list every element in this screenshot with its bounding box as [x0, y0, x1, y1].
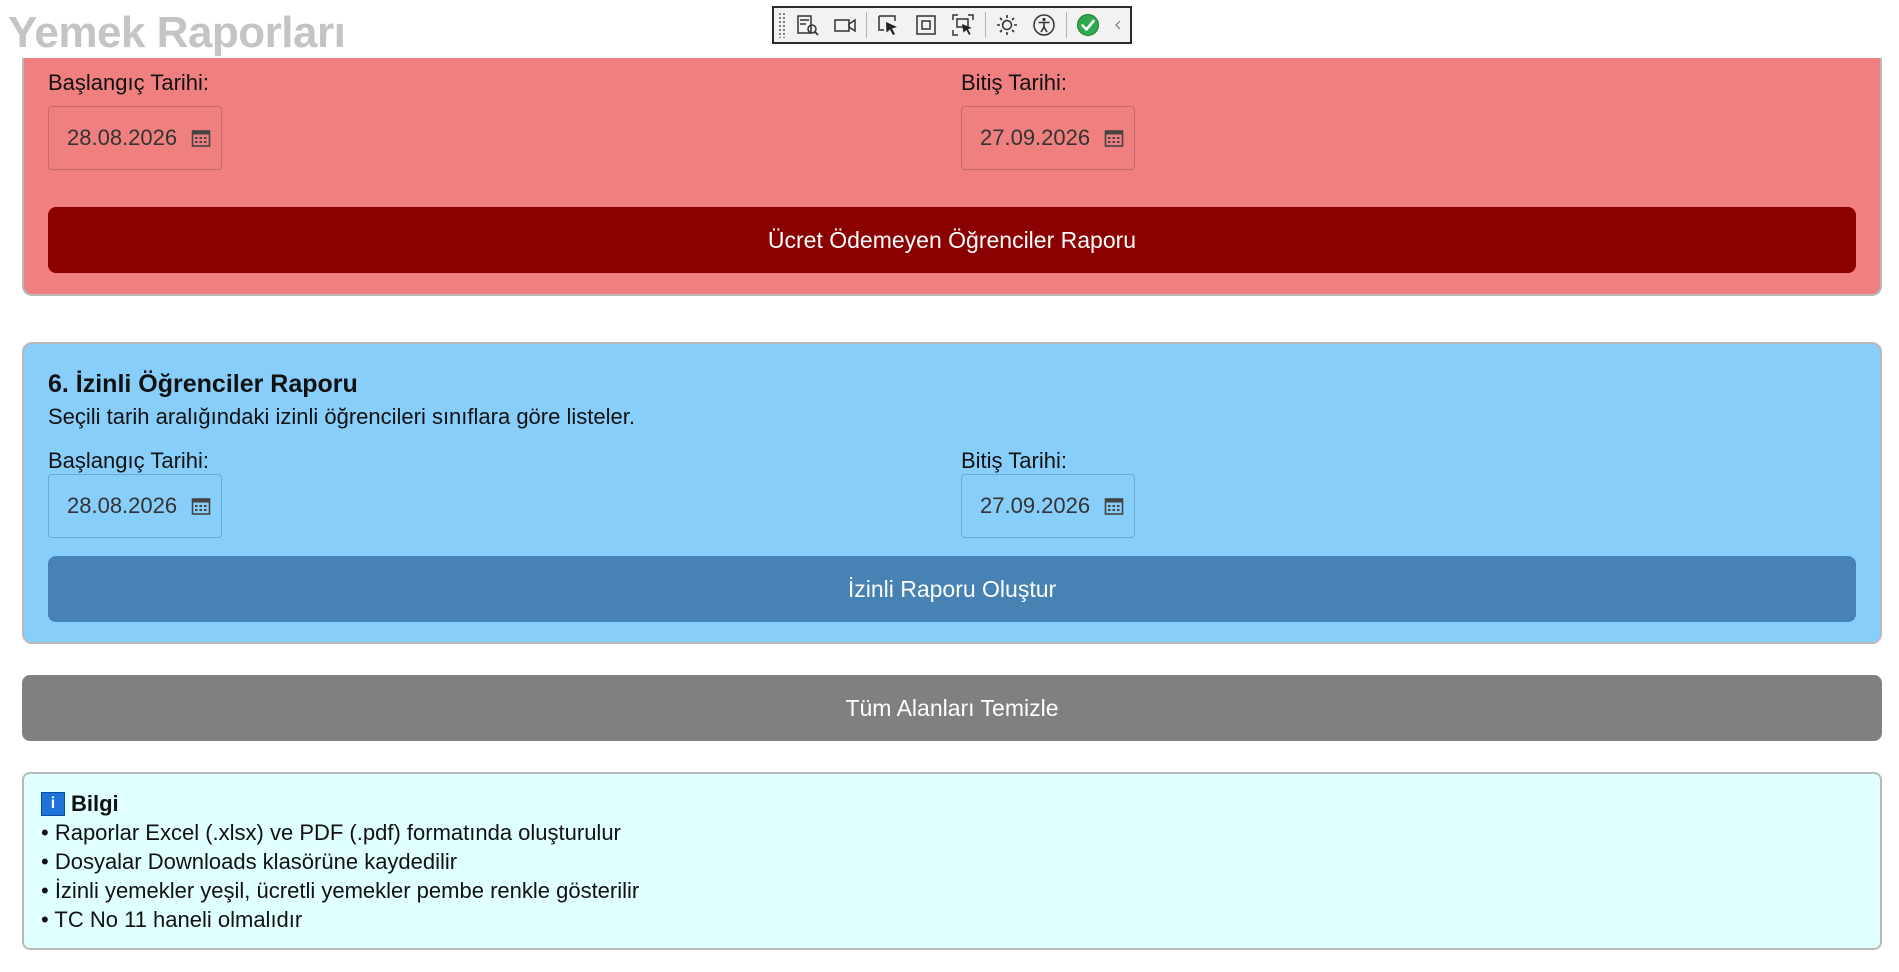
toolbar-separator [866, 12, 868, 38]
info-icon: i [41, 792, 65, 816]
info-line: • İzinli yemekler yeşil, ücretli yemekle… [41, 878, 640, 903]
info-title: Bilgi [71, 791, 119, 816]
info-header: i Bilgi [41, 790, 1880, 818]
permitted-end-date-label: Bitiş Tarihi: [961, 448, 1067, 473]
permitted-start-date-value: 28.08.2026 [67, 493, 178, 518]
unpaid-start-date-label: Başlangıç Tarihi: [48, 70, 210, 95]
clear-all-fields-button[interactable]: Tüm Alanları Temizle [22, 675, 1882, 741]
display-layout-adorners-icon[interactable] [910, 10, 941, 40]
track-focus-icon[interactable] [947, 10, 978, 40]
hot-reload-icon[interactable] [992, 10, 1023, 40]
calendar-icon[interactable] [1104, 128, 1124, 148]
info-line: • TC No 11 haneli olmalıdır [41, 907, 303, 932]
info-line: • Raporlar Excel (.xlsx) ve PDF (.pdf) f… [41, 820, 621, 845]
unpaid-end-date-label: Bitiş Tarihi: [961, 70, 1067, 95]
calendar-icon[interactable] [1104, 496, 1124, 516]
permitted-start-date-label: Başlangıç Tarihi: [48, 448, 210, 473]
calendar-icon[interactable] [191, 128, 211, 148]
permitted-report-button[interactable]: İzinli Raporu Oluştur [48, 556, 1856, 622]
permitted-end-date-picker[interactable]: 27.09.2026 [961, 474, 1135, 538]
info-line: • Dosyalar Downloads klasörüne kaydedili… [41, 849, 458, 874]
permitted-report-heading: 6. İzinli Öğrenciler Raporu [48, 370, 358, 398]
live-visual-tree-icon[interactable] [792, 10, 823, 40]
permitted-report-description: Seçili tarih aralığındaki izinli öğrenci… [48, 404, 635, 429]
collapse-chevron-icon[interactable] [1110, 10, 1126, 40]
unpaid-report-button[interactable]: Ücret Ödemeyen Öğrenciler Raporu [48, 207, 1856, 273]
binding-status-check-icon[interactable] [1073, 10, 1104, 40]
unpaid-end-date-picker[interactable]: 27.09.2026 [961, 106, 1135, 170]
calendar-icon[interactable] [191, 496, 211, 516]
toolbar-separator [984, 12, 986, 38]
unpaid-start-date-picker[interactable]: 28.08.2026 [48, 106, 222, 170]
toolbar-separator [1065, 12, 1067, 38]
permitted-report-panel: 6. İzinli Öğrenciler Raporu Seçili tarih… [22, 342, 1882, 644]
unpaid-end-date-value: 27.09.2026 [980, 125, 1091, 150]
page-title: Yemek Raporları [8, 8, 346, 57]
permitted-start-date-picker[interactable]: 28.08.2026 [48, 474, 222, 538]
unpaid-report-panel: Başlangıç Tarihi: 28.08.2026 Bitiş Tarih… [22, 58, 1882, 296]
select-element-icon[interactable] [873, 10, 904, 40]
debug-toolbar [772, 6, 1132, 44]
unpaid-start-date-value: 28.08.2026 [67, 125, 178, 150]
accessibility-icon[interactable] [1029, 10, 1060, 40]
permitted-end-date-value: 27.09.2026 [980, 493, 1091, 518]
toolbar-grip-handle[interactable] [778, 12, 786, 38]
record-icon[interactable] [829, 10, 860, 40]
info-panel: i Bilgi • Raporlar Excel (.xlsx) ve PDF … [22, 772, 1882, 950]
